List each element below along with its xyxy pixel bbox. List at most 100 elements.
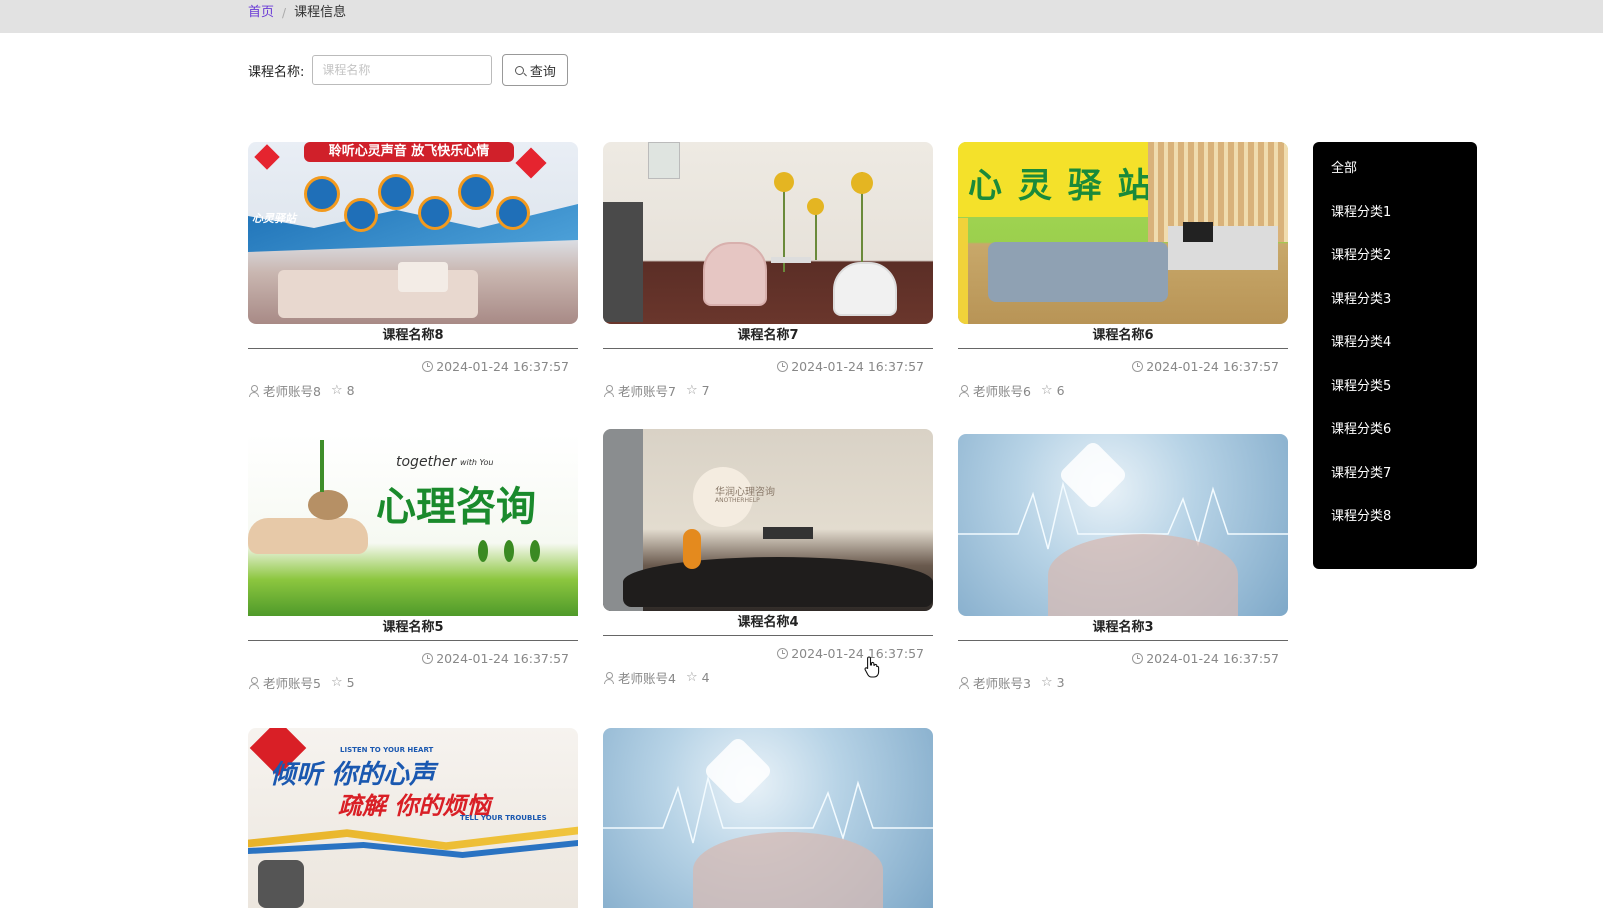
sprout	[320, 440, 324, 492]
course-card[interactable]: 心 灵 驿 站 课程名称6 2024-01-24 16:37:57 老师账号6 …	[958, 142, 1288, 400]
course-time-text: 2024-01-24 16:37:57	[791, 646, 924, 661]
clock-icon	[1132, 361, 1144, 372]
course-time: 2024-01-24 16:37:57	[248, 651, 578, 666]
sidebar-item-category-3[interactable]: 课程分类3	[1313, 278, 1477, 322]
course-name-input[interactable]	[312, 55, 493, 85]
course-teacher: 老师账号7	[618, 384, 676, 399]
course-image[interactable]: 聆听心灵声音 放飞快乐心情 心灵驿站	[248, 142, 578, 324]
search-bar: 课程名称: 查询	[248, 54, 569, 86]
armchair	[833, 262, 897, 316]
sofa	[278, 270, 478, 318]
sidebar-item-category-7[interactable]: 课程分类7	[1313, 452, 1477, 496]
course-time: 2024-01-24 16:37:57	[248, 359, 578, 374]
clock-icon	[1132, 653, 1144, 664]
course-teacher: 老师账号8	[263, 384, 321, 399]
sign-text: 心 灵 驿 站	[968, 166, 1154, 206]
image-text-en: together	[396, 454, 457, 470]
course-title[interactable]: 课程名称7	[603, 324, 933, 349]
sunflower	[851, 172, 873, 194]
sidebar-item-category-2[interactable]: 课程分类2	[1313, 234, 1477, 278]
breadcrumb-separator: /	[282, 6, 287, 20]
cushion	[398, 262, 448, 292]
heart-icon	[254, 144, 280, 170]
image-wave	[248, 204, 578, 252]
course-image[interactable]	[958, 434, 1288, 616]
armchair	[703, 242, 767, 306]
course-title[interactable]: 课程名称4	[603, 611, 933, 636]
course-card[interactable]: 课程名称7 2024-01-24 16:37:57 老师账号7 ☆ 7	[603, 142, 933, 400]
course-time-text: 2024-01-24 16:37:57	[791, 359, 924, 374]
hand	[248, 518, 368, 554]
course-image[interactable]	[603, 728, 933, 908]
course-image[interactable]: together with You 心理咨询	[248, 434, 578, 616]
course-card[interactable]: 聆听心灵声音 放飞快乐心情 心灵驿站 课程名称8 2024-01-24 16:3…	[248, 142, 578, 400]
course-card[interactable]: LISTEN TO YOUR HEART 倾听 你的心声 疏解 你的烦恼 TEL…	[248, 728, 578, 908]
course-image[interactable]: LISTEN TO YOUR HEART 倾听 你的心声 疏解 你的烦恼 TEL…	[248, 728, 578, 908]
star-icon: ☆	[330, 675, 343, 690]
sidebar-item-category-5[interactable]: 课程分类5	[1313, 365, 1477, 409]
course-title[interactable]: 课程名称3	[958, 616, 1288, 641]
course-meta: 老师账号4 ☆ 4	[603, 668, 933, 687]
course-time: 2024-01-24 16:37:57	[958, 359, 1288, 374]
image-circle	[304, 176, 340, 212]
search-button-label: 查询	[529, 64, 556, 80]
course-title[interactable]: 课程名称8	[248, 324, 578, 349]
course-stars: 4	[701, 670, 710, 685]
chair	[258, 860, 304, 908]
user-icon	[958, 676, 969, 689]
course-teacher: 老师账号5	[263, 676, 321, 691]
sidebar-item-category-6[interactable]: 课程分类6	[1313, 408, 1477, 452]
clock-icon	[777, 361, 789, 372]
image-circle	[344, 198, 378, 232]
star-icon: ☆	[1040, 675, 1053, 690]
search-icon	[514, 65, 524, 75]
course-meta: 老师账号3 ☆ 3	[958, 673, 1288, 692]
search-button[interactable]: 查询	[502, 54, 569, 86]
user-icon	[603, 384, 614, 397]
course-time: 2024-01-24 16:37:57	[603, 359, 933, 374]
pillar	[958, 218, 968, 324]
course-teacher: 老师账号3	[973, 676, 1031, 691]
course-title[interactable]: 课程名称5	[248, 616, 578, 641]
course-card[interactable]	[603, 728, 933, 908]
course-time: 2024-01-24 16:37:57	[603, 646, 933, 661]
star-icon: ☆	[685, 670, 698, 685]
breadcrumb-current: 课程信息	[294, 5, 347, 20]
course-stars: 3	[1056, 675, 1065, 690]
course-time-text: 2024-01-24 16:37:57	[436, 359, 569, 374]
course-stars: 7	[701, 383, 710, 398]
star-icon: ☆	[1040, 383, 1053, 398]
course-meta: 老师账号5 ☆ 5	[248, 673, 578, 692]
sidebar-item-all[interactable]: 全部	[1313, 147, 1477, 191]
breadcrumb: 首页 / 课程信息	[248, 4, 346, 22]
star-icon: ☆	[685, 383, 698, 398]
sidebar-item-category-8[interactable]: 课程分类8	[1313, 495, 1477, 539]
image-text-en-small: with You	[460, 458, 494, 467]
course-image[interactable]: 华润心理咨询 ANOTHERHELP	[603, 429, 933, 611]
tree	[530, 540, 540, 562]
course-card[interactable]: 课程名称3 2024-01-24 16:37:57 老师账号3 ☆ 3	[958, 434, 1288, 692]
heart-icon	[515, 147, 547, 179]
image-text-cn: 心理咨询	[376, 484, 536, 530]
course-teacher: 老师账号6	[973, 384, 1031, 399]
course-card[interactable]: 华润心理咨询 ANOTHERHELP 课程名称4 2024-01-24 16:3…	[603, 429, 933, 687]
course-image[interactable]	[603, 142, 933, 324]
user-icon	[958, 384, 969, 397]
image-circle	[458, 174, 494, 210]
star-icon: ☆	[330, 383, 343, 398]
statue	[683, 529, 701, 569]
course-card[interactable]: together with You 心理咨询 课程名称5 2024-01-24 …	[248, 434, 578, 692]
course-teacher: 老师账号4	[618, 671, 676, 686]
course-time-text: 2024-01-24 16:37:57	[1146, 359, 1279, 374]
course-image[interactable]: 心 灵 驿 站	[958, 142, 1288, 324]
course-title[interactable]: 课程名称6	[958, 324, 1288, 349]
image-circle	[418, 196, 452, 230]
course-stars: 8	[346, 383, 355, 398]
breadcrumb-home-link[interactable]: 首页	[248, 4, 274, 22]
hand-cursor-icon	[864, 656, 880, 678]
soil	[308, 490, 348, 520]
sidebar-item-category-1[interactable]: 课程分类1	[1313, 191, 1477, 235]
sidebar-item-category-4[interactable]: 课程分类4	[1313, 321, 1477, 365]
course-stars: 6	[1056, 383, 1065, 398]
image-logo-text: 心灵驿站	[252, 212, 296, 225]
